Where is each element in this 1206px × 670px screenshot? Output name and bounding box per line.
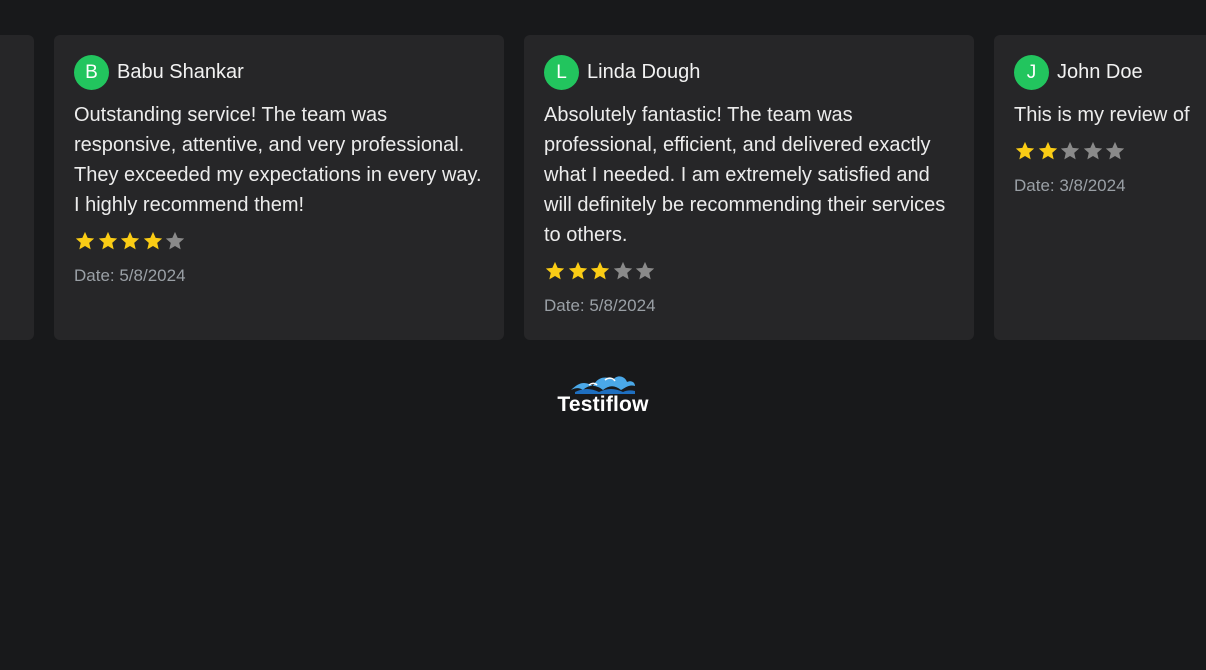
brand-name: Testiflow: [557, 393, 649, 416]
star-icon: [119, 230, 142, 252]
review-header: [0, 55, 14, 90]
review-header: J John Doe: [1014, 55, 1206, 90]
review-header: L Linda Dough: [544, 55, 954, 90]
star-icon: [634, 260, 657, 282]
review-header: B Babu Shankar: [74, 55, 484, 90]
star-icon: [567, 260, 590, 282]
review-card: [0, 35, 34, 340]
star-icon: [1082, 140, 1105, 162]
star-icon: [97, 230, 120, 252]
star-icon: [612, 260, 635, 282]
review-text: This is my review of: [1014, 104, 1190, 126]
star-icon: [1014, 140, 1037, 162]
avatar: B: [74, 55, 109, 90]
review-card: J John Doe This is my review of Date: 3/…: [994, 35, 1206, 340]
avatar: J: [1014, 55, 1049, 90]
star-icon: [1059, 140, 1082, 162]
review-text: Outstanding service! The team was respon…: [74, 104, 482, 216]
review-card: L Linda Dough Absolutely fantastic! The …: [524, 35, 974, 340]
review-card: B Babu Shankar Outstanding service! The …: [54, 35, 504, 340]
review-date: Date: 3/8/2024: [1014, 176, 1126, 195]
reviewer-name: Babu Shankar: [117, 61, 244, 83]
brand: Testiflow: [0, 372, 1206, 417]
testimonial-carousel: B Babu Shankar Outstanding service! The …: [0, 0, 1206, 360]
star-icon: [1037, 140, 1060, 162]
star-icon: [1104, 140, 1127, 162]
star-rating: [1014, 140, 1206, 162]
star-icon: [589, 260, 612, 282]
reviewer-name: Linda Dough: [587, 61, 701, 83]
reviewer-name: John Doe: [1057, 61, 1143, 83]
star-icon: [164, 230, 187, 252]
review-text: Absolutely fantastic! The team was profe…: [544, 104, 946, 246]
star-icon: [142, 230, 165, 252]
review-date: Date: 5/8/2024: [74, 266, 186, 285]
star-icon: [544, 260, 567, 282]
carousel-track: B Babu Shankar Outstanding service! The …: [0, 35, 1206, 340]
star-rating: [74, 230, 484, 252]
review-date: Date: 5/8/2024: [544, 296, 656, 315]
avatar: L: [544, 55, 579, 90]
star-rating: [544, 260, 954, 282]
star-icon: [74, 230, 97, 252]
